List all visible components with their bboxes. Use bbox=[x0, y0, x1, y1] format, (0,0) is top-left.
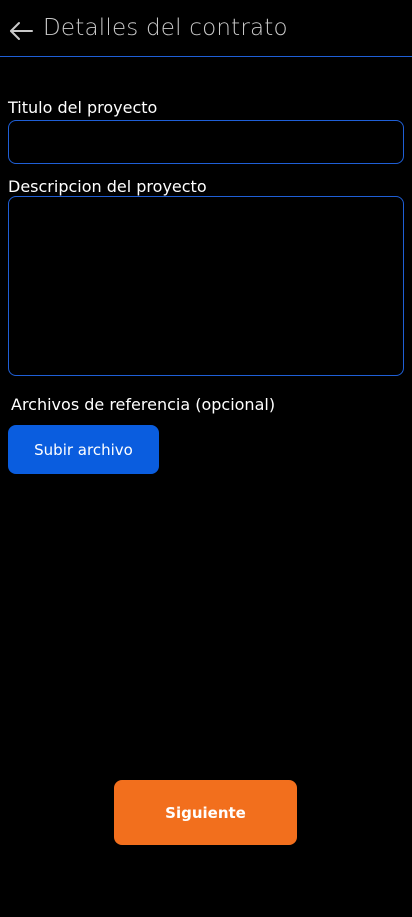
next-button[interactable]: Siguiente bbox=[114, 780, 297, 845]
project-title-input[interactable] bbox=[8, 120, 404, 164]
back-button[interactable] bbox=[8, 18, 34, 44]
upload-file-button[interactable]: Subir archivo bbox=[8, 425, 159, 474]
page-title: Detalles del contrato bbox=[43, 15, 288, 41]
project-title-label: Titulo del proyecto bbox=[8, 98, 158, 117]
arrow-left-icon bbox=[10, 22, 33, 40]
project-description-label: Descripcion del proyecto bbox=[8, 177, 207, 196]
project-description-textarea[interactable] bbox=[8, 196, 404, 376]
reference-files-label: Archivos de referencia (opcional) bbox=[11, 395, 276, 414]
app-header: Detalles del contrato bbox=[0, 0, 412, 57]
